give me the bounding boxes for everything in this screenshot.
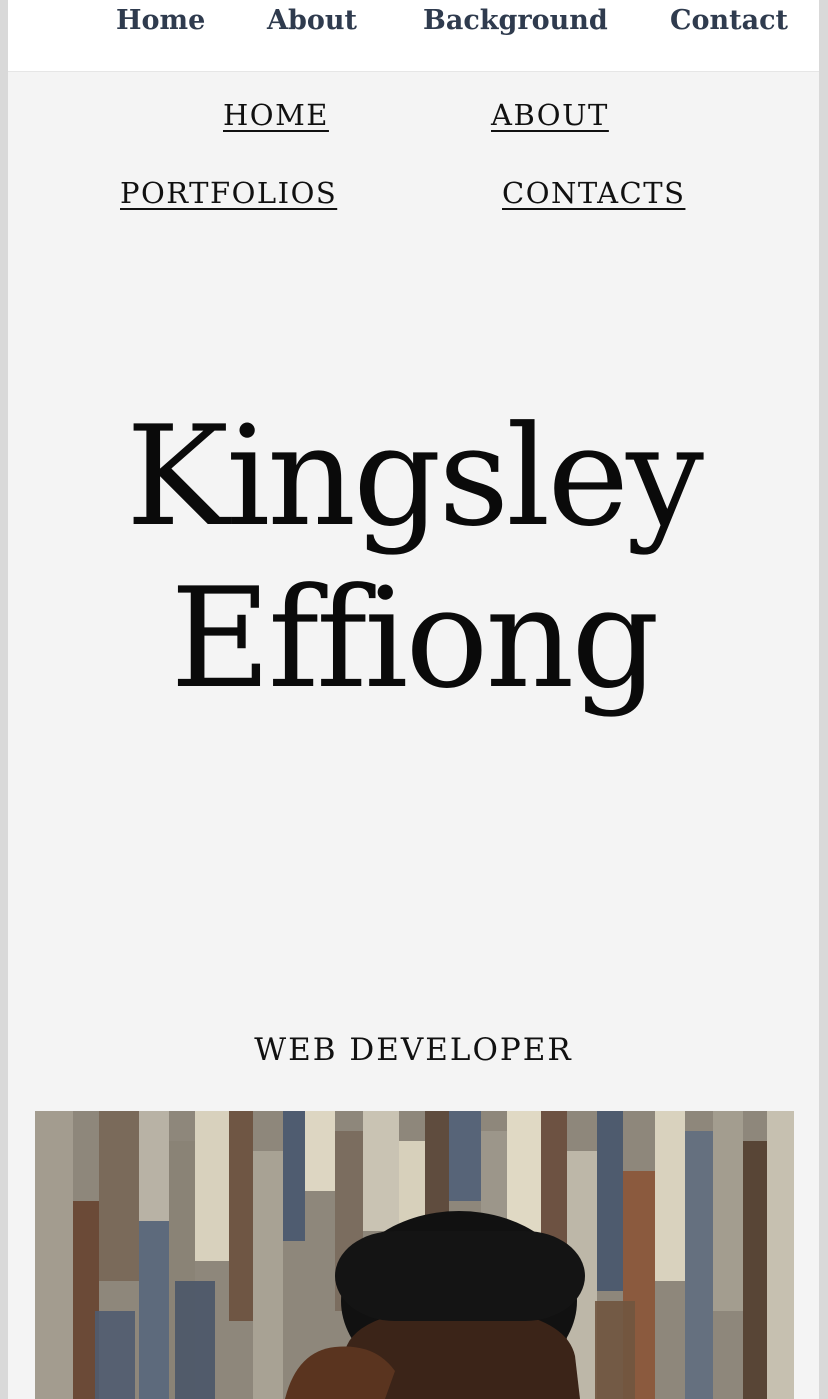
top-navigation-bar: Home About Background Contact [8, 0, 819, 72]
profile-photo [35, 1111, 794, 1399]
secondary-nav-contacts-link[interactable]: CONTACTS [502, 176, 685, 210]
hero-name-heading: Kingsley Effiong [8, 396, 819, 720]
top-nav-about-link[interactable]: About [267, 3, 357, 39]
hero-last-name: Effiong [170, 558, 659, 719]
secondary-nav-home-link[interactable]: HOME [223, 98, 329, 132]
hero-first-name: Kingsley [125, 396, 704, 557]
role-title: WEB DEVELOPER [254, 1032, 573, 1068]
page-frame: Home About Background Contact HOME ABOUT… [8, 0, 819, 1399]
top-nav-contact-link[interactable]: Contact [670, 3, 788, 39]
secondary-nav-portfolios-link[interactable]: PORTFOLIOS [120, 176, 337, 210]
top-nav-background-link[interactable]: Background [423, 3, 608, 39]
secondary-nav-about-link[interactable]: ABOUT [491, 98, 609, 132]
top-nav-home-link[interactable]: Home [116, 3, 205, 39]
